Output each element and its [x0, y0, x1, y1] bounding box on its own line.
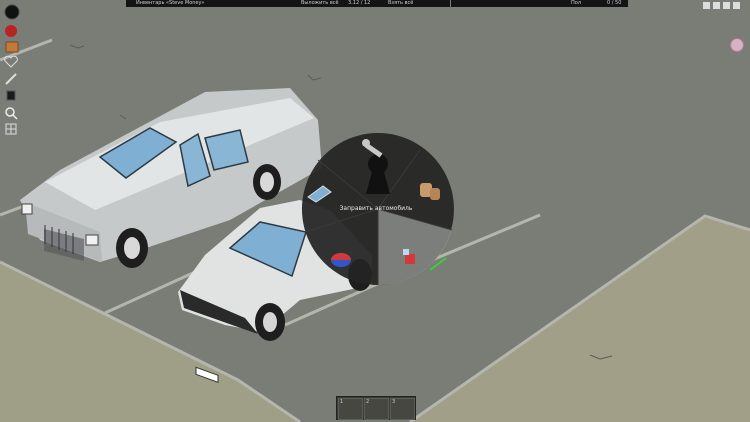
floor-title: Пол: [571, 0, 582, 6]
heart-icon[interactable]: [4, 56, 22, 70]
top-right-icons: [703, 2, 745, 12]
floor-weight: 0 / 50: [607, 0, 622, 6]
trash-icon[interactable]: [4, 88, 22, 102]
hotbar-slot[interactable]: 3: [390, 398, 415, 420]
menu-icon-2[interactable]: [713, 2, 720, 9]
search-icon[interactable]: [4, 106, 22, 120]
hotbar-slot-number: 1: [340, 399, 344, 405]
hotbar-slot-number: 3: [392, 399, 396, 405]
map-icon[interactable]: [4, 72, 22, 86]
drop-all-button[interactable]: Выложить всё: [301, 0, 339, 7]
crafting-box-icon[interactable]: [4, 40, 22, 54]
first-aid-icon[interactable]: [4, 24, 22, 38]
hotbar: 1 2 3: [336, 396, 416, 420]
radial-center-label: Заправить автомобиль: [339, 205, 413, 212]
hotbar-slot[interactable]: 1: [338, 398, 363, 420]
inventory-title: Инвентарь «Steve Money»: [136, 0, 205, 6]
health-status-icon[interactable]: [4, 4, 22, 20]
grid-icon[interactable]: [4, 122, 22, 136]
brain-icon[interactable]: [730, 38, 744, 52]
hotbar-slot[interactable]: 2: [364, 398, 389, 420]
menu-icon-4[interactable]: [733, 2, 740, 9]
menu-icon-3[interactable]: [723, 2, 730, 9]
take-all-button[interactable]: Взять всё: [388, 0, 413, 7]
fuel-gauge-icon[interactable]: [331, 253, 351, 267]
inventory-weight: 3.12 / 12: [348, 0, 371, 6]
inventory-bar-right[interactable]: Пол 0 / 50: [451, 0, 628, 7]
game-scene: Инвентарь «Steve Money» Выложить всё 3.1…: [0, 0, 750, 422]
menu-icon-1[interactable]: [703, 2, 710, 9]
inventory-bar-left[interactable]: Инвентарь «Steve Money» Выложить всё 3.1…: [126, 0, 450, 7]
hotbar-slot-number: 2: [366, 399, 370, 405]
